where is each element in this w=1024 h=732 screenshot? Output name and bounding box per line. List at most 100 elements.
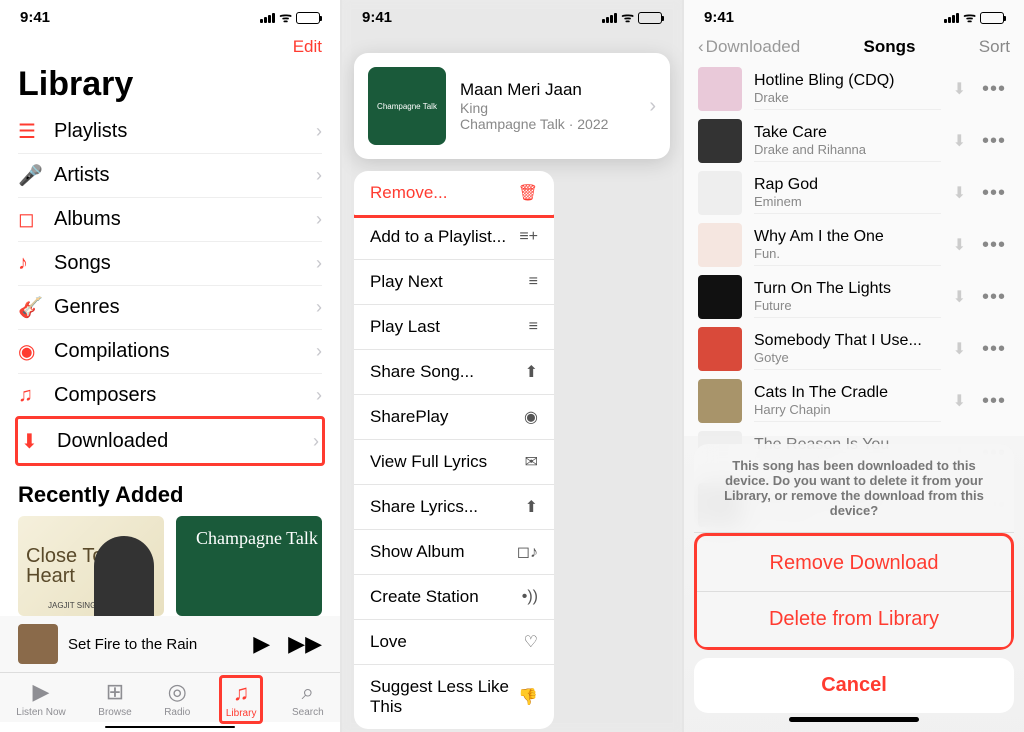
next-icon[interactable]: ▶▶ xyxy=(288,631,322,657)
more-icon[interactable]: ••• xyxy=(978,390,1010,413)
status-bar: 9:41 ᯤ xyxy=(684,0,1024,29)
wifi-icon: ᯤ xyxy=(621,8,634,27)
status-bar: 9:41 ᯤ xyxy=(0,0,340,29)
downloaded-icon: ⬇ xyxy=(953,79,966,99)
tab-radio[interactable]: ◎Radio xyxy=(164,679,190,720)
remove-download-button[interactable]: Remove Download xyxy=(697,536,1011,592)
wifi-icon: ᯤ xyxy=(279,8,292,27)
signal-icon xyxy=(944,13,959,23)
library-item-downloaded[interactable]: ⬇Downloaded› xyxy=(21,419,319,463)
song-row[interactable]: Rap GodEminem⬇••• xyxy=(684,167,1024,219)
artists-icon: 🎤 xyxy=(18,163,40,188)
song-artist: Harry Chapin xyxy=(754,402,941,417)
now-playing-bar[interactable]: Set Fire to the Rain ▶ ▶▶ xyxy=(0,616,340,672)
more-icon[interactable]: ••• xyxy=(978,78,1010,101)
album-art[interactable]: Close To My HeartJAGJIT SINGH xyxy=(18,516,164,616)
menu-item-shareplay[interactable]: SharePlay◉ xyxy=(354,395,554,440)
battery-icon xyxy=(638,12,662,24)
chevron-right-icon: › xyxy=(316,341,322,362)
menu-item-suggest-less-like-this[interactable]: Suggest Less Like This👎 xyxy=(354,665,554,729)
action-icon: ◉ xyxy=(524,407,538,427)
album-art[interactable]: Champagne Talk xyxy=(176,516,322,616)
song-title: Take Care xyxy=(754,124,941,142)
more-icon[interactable]: ••• xyxy=(978,286,1010,309)
phone-songs-sheet: 9:41 ᯤ ‹ Downloaded Songs Sort Hotline B… xyxy=(684,0,1024,732)
album-art xyxy=(698,119,742,163)
search-icon: ⌕ xyxy=(302,679,314,705)
song-artist: Drake and Rihanna xyxy=(754,142,941,157)
recently-added-row: Close To My HeartJAGJIT SINGH Champagne … xyxy=(0,516,340,616)
album-art xyxy=(698,223,742,267)
now-playing-title: Set Fire to the Rain xyxy=(68,636,243,653)
wifi-icon: ᯤ xyxy=(963,8,976,27)
library-item-composers[interactable]: ♫Composers› xyxy=(18,374,322,418)
recently-added-header: Recently Added xyxy=(0,464,340,516)
grid-icon: ⊞ xyxy=(106,679,124,705)
downloaded-icon: ⬇ xyxy=(953,235,966,255)
action-icon: 👎 xyxy=(518,687,538,707)
song-title: Somebody That I Use... xyxy=(754,332,941,350)
song-row[interactable]: Why Am I the OneFun. ⬇ ••• xyxy=(684,219,1024,271)
composers-icon: ♫ xyxy=(18,384,40,407)
more-icon[interactable]: ••• xyxy=(978,234,1010,257)
menu-item-create-station[interactable]: Create Station•)) xyxy=(354,575,554,620)
menu-item-play-next[interactable]: Play Next≡ xyxy=(354,260,554,305)
library-item-albums[interactable]: ◻Albums› xyxy=(18,198,322,242)
action-icon: ⬆ xyxy=(525,362,538,382)
song-row[interactable]: Hotline Bling (CDQ)Drake ⬇ ••• xyxy=(684,63,1024,115)
downloaded-icon: ⬇ xyxy=(953,391,966,411)
tab-bar: ▶Listen Now ⊞Browse ◎Radio ♫Library ⌕Sea… xyxy=(0,672,340,722)
action-icon: •)) xyxy=(522,588,538,606)
song-info: Why Am I the OneFun. xyxy=(754,224,941,266)
play-icon[interactable]: ▶ xyxy=(253,631,270,657)
genres-icon: 🎸 xyxy=(18,295,40,320)
sort-button[interactable]: Sort xyxy=(979,37,1010,57)
library-item-compilations[interactable]: ◉Compilations› xyxy=(18,330,322,374)
menu-item-show-album[interactable]: Show Album◻♪ xyxy=(354,530,554,575)
menu-item-view-full-lyrics[interactable]: View Full Lyrics✉ xyxy=(354,440,554,485)
more-icon[interactable]: ••• xyxy=(978,130,1010,153)
library-item-songs[interactable]: ♪Songs› xyxy=(18,242,322,286)
menu-item-love[interactable]: Love♡ xyxy=(354,620,554,665)
song-info: Cats In The CradleHarry Chapin xyxy=(754,380,941,422)
menu-item-share-lyrics[interactable]: Share Lyrics...⬆ xyxy=(354,485,554,530)
tab-search[interactable]: ⌕Search xyxy=(292,679,324,720)
tab-browse[interactable]: ⊞Browse xyxy=(98,679,131,720)
song-artist: Gotye xyxy=(754,350,941,365)
song-artist: Drake xyxy=(754,90,941,105)
menu-item-play-last[interactable]: Play Last≡ xyxy=(354,305,554,350)
more-icon[interactable]: ••• xyxy=(978,182,1010,205)
downloaded-icon: ⬇ xyxy=(953,287,966,307)
song-row[interactable]: Turn On The LightsFuture⬇••• xyxy=(684,271,1024,323)
cancel-button[interactable]: Cancel xyxy=(694,658,1014,713)
song-row[interactable]: Cats In The CradleHarry Chapin ⬇ ••• xyxy=(684,375,1024,427)
menu-item-add-to-a-playlist[interactable]: Add to a Playlist...≡+ xyxy=(354,215,554,260)
edit-button[interactable]: Edit xyxy=(293,37,322,57)
menu-item-share-song[interactable]: Share Song...⬆ xyxy=(354,350,554,395)
chevron-right-icon: › xyxy=(316,385,322,406)
tab-listen-now[interactable]: ▶Listen Now xyxy=(16,679,65,720)
tab-library[interactable]: ♫Library xyxy=(219,675,264,724)
library-item-genres[interactable]: 🎸Genres› xyxy=(18,286,322,330)
highlight-box: Remove...🗑 xyxy=(354,171,554,218)
delete-from-library-button[interactable]: Delete from Library xyxy=(697,592,1011,647)
page-title: Library xyxy=(0,61,340,110)
library-item-artists[interactable]: 🎤Artists› xyxy=(18,154,322,198)
song-row[interactable]: Somebody That I Use...Gotye ⬇ ••• xyxy=(684,323,1024,375)
song-info: Hotline Bling (CDQ)Drake xyxy=(754,68,941,110)
action-icon: 🗑 xyxy=(518,183,538,203)
home-indicator xyxy=(105,726,235,728)
chevron-right-icon: › xyxy=(649,95,656,118)
song-preview-card[interactable]: Champagne Talk Maan Meri Jaan King Champ… xyxy=(354,53,670,159)
menu-item-remove[interactable]: Remove...🗑 xyxy=(354,171,554,215)
downloaded-icon: ⬇ xyxy=(953,339,966,359)
song-title: Why Am I the One xyxy=(754,228,941,246)
song-artist: King xyxy=(460,100,635,116)
song-info: Take CareDrake and Rihanna xyxy=(754,120,941,162)
library-item-playlists[interactable]: ☰Playlists› xyxy=(18,110,322,154)
back-button[interactable]: ‹ Downloaded xyxy=(698,37,800,57)
home-indicator xyxy=(789,717,919,722)
action-sheet-message: This song has been downloaded to this de… xyxy=(694,444,1014,533)
song-row[interactable]: Take CareDrake and Rihanna⬇••• xyxy=(684,115,1024,167)
more-icon[interactable]: ••• xyxy=(978,338,1010,361)
